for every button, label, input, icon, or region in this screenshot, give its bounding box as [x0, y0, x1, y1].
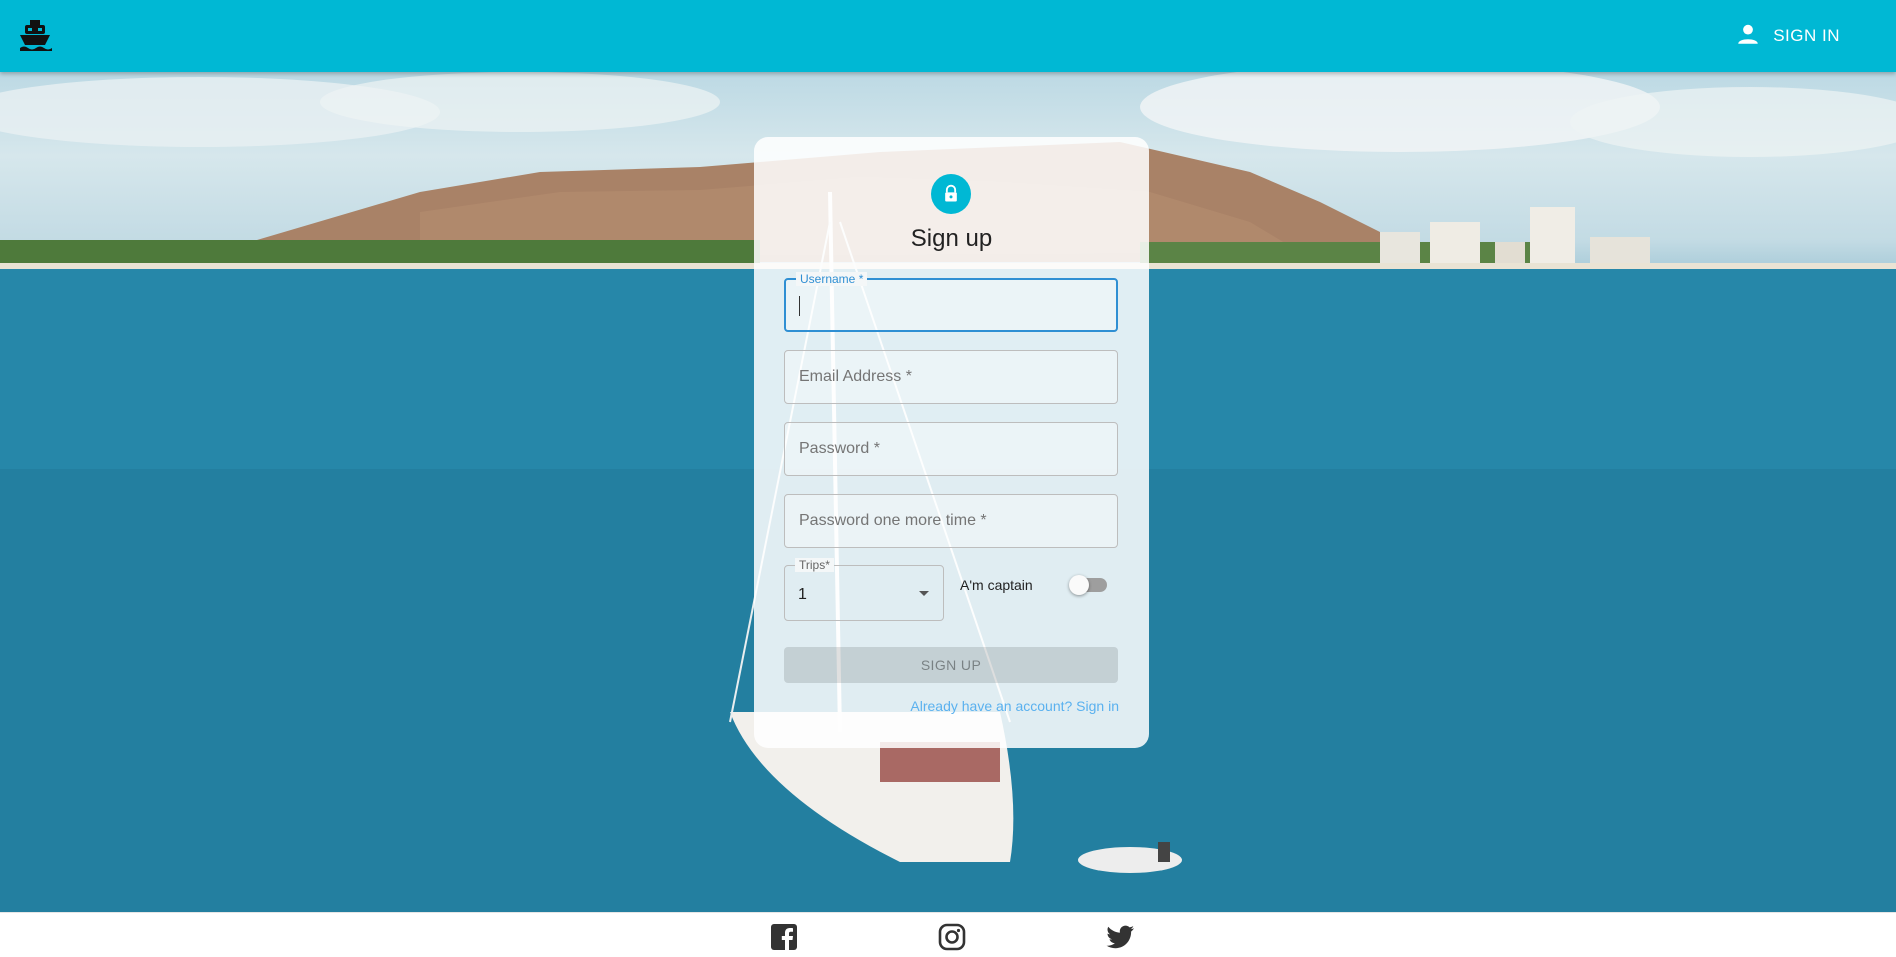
password-placeholder: Password *	[799, 440, 880, 457]
sign-in-nav-button[interactable]: SIGN IN	[1735, 18, 1840, 54]
password-confirm-field[interactable]: Password one more time *	[784, 494, 1118, 548]
lock-icon	[931, 174, 971, 214]
sign-up-button[interactable]: SIGN UP	[784, 647, 1118, 683]
person-icon	[1735, 21, 1761, 52]
email-placeholder: Email Address *	[799, 368, 912, 385]
captain-label: A'm captain	[960, 577, 1033, 593]
trips-select[interactable]: Trips* 1	[784, 558, 944, 621]
instagram-icon[interactable]	[938, 923, 966, 951]
trips-label: Trips*	[795, 558, 834, 572]
trips-value: 1	[798, 586, 807, 603]
password-field[interactable]: Password *	[784, 422, 1118, 476]
toggle-thumb	[1069, 575, 1089, 595]
ship-icon[interactable]	[18, 18, 52, 52]
app-bar: SIGN IN	[0, 0, 1896, 72]
username-label: Username *	[796, 272, 868, 286]
sign-up-card: Sign up Username * Email Address * Passw…	[754, 137, 1149, 748]
twitter-icon[interactable]	[1106, 923, 1134, 951]
sign-in-link[interactable]: Already have an account? Sign in	[910, 698, 1119, 714]
captain-toggle[interactable]	[1069, 575, 1107, 595]
sign-in-nav-label: SIGN IN	[1773, 26, 1840, 45]
facebook-icon[interactable]	[770, 923, 798, 951]
text-cursor	[799, 296, 800, 316]
page-title: Sign up	[910, 225, 993, 252]
password-confirm-placeholder: Password one more time *	[799, 512, 987, 529]
footer	[0, 912, 1896, 957]
username-field[interactable]: Username *	[784, 272, 1118, 332]
dropdown-arrow-icon	[919, 591, 929, 596]
email-field[interactable]: Email Address *	[784, 350, 1118, 404]
